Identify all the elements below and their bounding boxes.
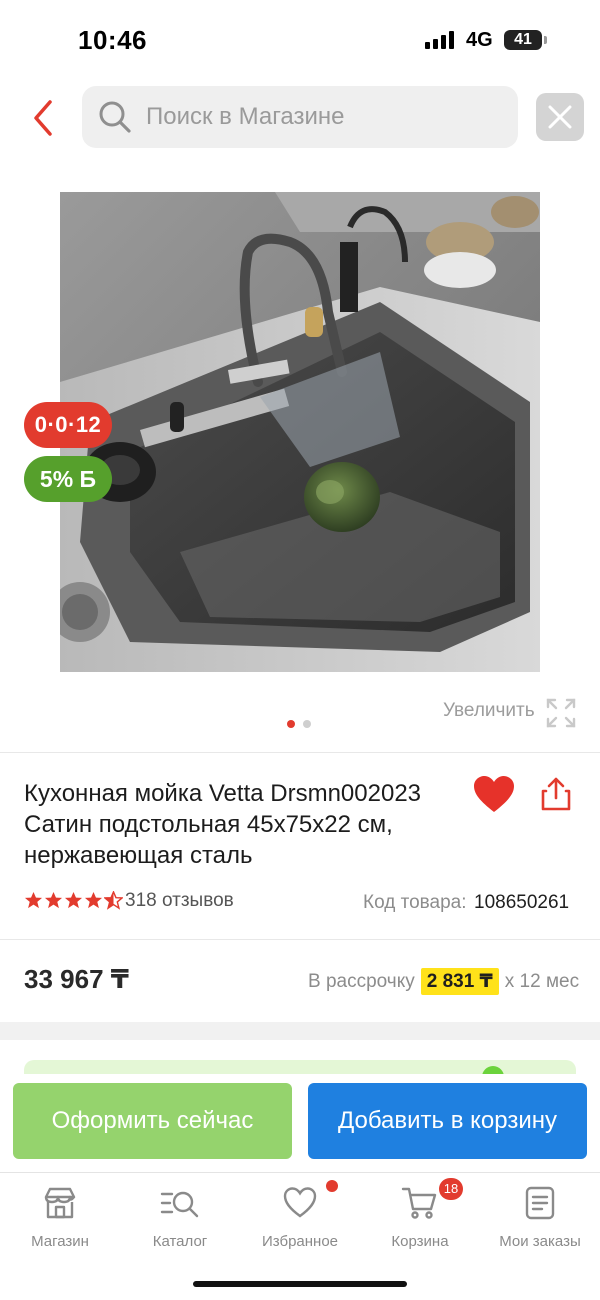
tab-label: Каталог [152,1233,208,1250]
rating-stars [24,891,123,910]
tab-orders[interactable]: Мои заказы [480,1185,600,1250]
tab-catalog[interactable]: Каталог [120,1185,240,1250]
bonus-badge: 5% Б [24,456,112,502]
search-icon [99,101,131,133]
checkout-button[interactable]: Оформить сейчас [13,1083,292,1159]
product-image[interactable] [60,192,540,672]
pagination-dot-active[interactable] [287,720,295,728]
product-price: 33 967 ₸ [24,964,129,994]
status-bar: 10:46 4G 41 [0,0,600,80]
battery-cap [544,36,547,44]
orders-icon [525,1186,555,1220]
signal-icon [425,31,454,49]
title-clip: Кухонная мойка Vetta Drsmn002023 Сатин п… [24,776,480,876]
back-button[interactable] [26,96,62,140]
battery-icon: 41 [504,30,542,50]
tab-label: Магазин [31,1233,89,1250]
tab-cart[interactable]: Корзина [360,1185,480,1250]
tab-favorites[interactable]: Избранное [240,1185,360,1250]
close-button[interactable] [536,93,584,141]
divider [0,752,600,753]
add-to-cart-button[interactable]: Добавить в корзину [308,1083,587,1159]
chevron-left-icon [34,100,52,136]
search-bar[interactable] [82,86,518,148]
section-separator [0,1022,600,1040]
share-icon[interactable] [538,776,574,812]
star-half-icon [104,891,123,910]
heart-filled-icon[interactable] [472,774,516,814]
installment-suffix: x 12 мес [504,970,580,992]
sku-label: Код товара: [363,892,467,913]
search-input[interactable] [146,86,506,148]
zoom-link[interactable]: Увеличить [443,700,535,722]
star-icon [84,891,103,909]
close-icon [548,105,572,129]
star-icon [44,891,63,909]
sku-value: 108650261 [474,892,570,913]
tab-store[interactable]: Магазин [0,1185,120,1250]
battery-level: 41 [514,31,532,48]
expand-icon[interactable] [545,697,577,729]
cart-icon [401,1187,437,1219]
pagination-dot[interactable] [303,720,311,728]
home-indicator[interactable] [193,1281,407,1287]
gallery-pagination [287,720,311,728]
heart-icon [283,1187,317,1218]
divider [0,939,600,940]
catalog-search-icon [160,1191,199,1218]
favorites-notification-dot [326,1180,338,1192]
sink-photo [60,192,540,672]
reviews-link[interactable]: 318 отзывов [125,890,234,912]
star-icon [64,891,83,909]
product-title: Кухонная мойка Vetta Drsmn002023 Сатин п… [24,780,422,869]
network-type: 4G [466,29,493,51]
installment-info[interactable]: В рассрочку 2 831 ₸ x 12 мес [308,968,579,995]
promo-icon [482,1066,504,1074]
installment-amount: 2 831 ₸ [420,968,499,995]
tab-label: Избранное [261,1233,339,1250]
store-icon [44,1187,76,1219]
status-time: 10:46 [78,25,147,55]
tab-label: Мои заказы [499,1233,581,1250]
installment-badge: 0·0·12 [24,402,112,448]
cart-count-badge: 18 [439,1178,463,1200]
star-icon [24,891,43,909]
installment-prefix: В рассрочку [308,970,415,992]
tab-label: Корзина [391,1233,449,1250]
promo-banner[interactable] [24,1060,576,1074]
